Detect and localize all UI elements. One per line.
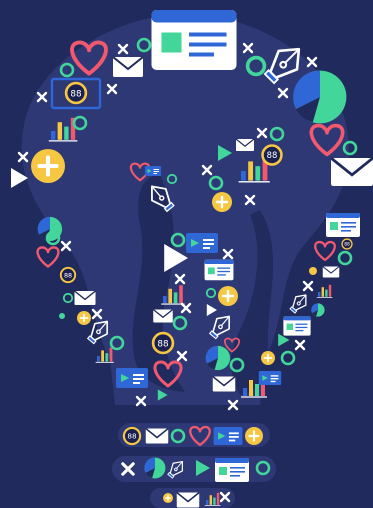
badge-88-icon — [341, 238, 353, 250]
badge-88-icon — [59, 266, 77, 284]
browser-window-icon — [283, 316, 311, 336]
pie-chart-icon — [144, 457, 166, 479]
plus-icon — [260, 350, 276, 366]
envelope-icon — [322, 265, 340, 279]
media-card-icon — [116, 368, 148, 388]
plus-icon — [216, 284, 240, 308]
illustration-canvas: 88 — [11, 10, 373, 508]
envelope-icon — [235, 138, 255, 152]
pie-chart-icon — [205, 345, 231, 371]
envelope-icon — [176, 491, 200, 508]
browser-window-icon — [326, 213, 360, 237]
plus-icon — [243, 425, 265, 447]
bar-chart-icon — [316, 284, 333, 298]
envelope-icon — [329, 156, 373, 188]
envelope-icon — [73, 290, 97, 306]
badge-88-icon — [261, 144, 283, 166]
pen-nib-icon — [286, 290, 312, 316]
badge-88-icon — [122, 426, 142, 446]
browser-window-icon — [215, 458, 249, 482]
media-card-icon — [213, 427, 243, 445]
media-card-icon — [145, 166, 161, 176]
media-card-icon — [186, 233, 218, 253]
plus-icon — [76, 310, 92, 326]
lightbulb-icon-illustration: 88 — [0, 0, 373, 508]
pie-chart-icon — [311, 303, 325, 317]
pie-chart-icon — [293, 70, 347, 124]
badge-88-icon — [151, 331, 175, 355]
heart-icon — [314, 240, 336, 262]
media-card-icon — [258, 371, 282, 385]
heart-icon — [36, 246, 60, 268]
media-card-icon — [52, 78, 100, 108]
envelope-icon — [145, 427, 169, 445]
browser-window-icon — [204, 259, 234, 281]
envelope-icon — [152, 308, 174, 324]
plus-icon — [210, 190, 234, 214]
envelope-icon — [212, 375, 236, 393]
envelope-icon — [112, 56, 144, 78]
plus-icon — [31, 149, 65, 183]
browser-window-icon — [151, 10, 237, 70]
plus-icon — [162, 492, 174, 504]
bar-chart-icon — [95, 347, 115, 363]
